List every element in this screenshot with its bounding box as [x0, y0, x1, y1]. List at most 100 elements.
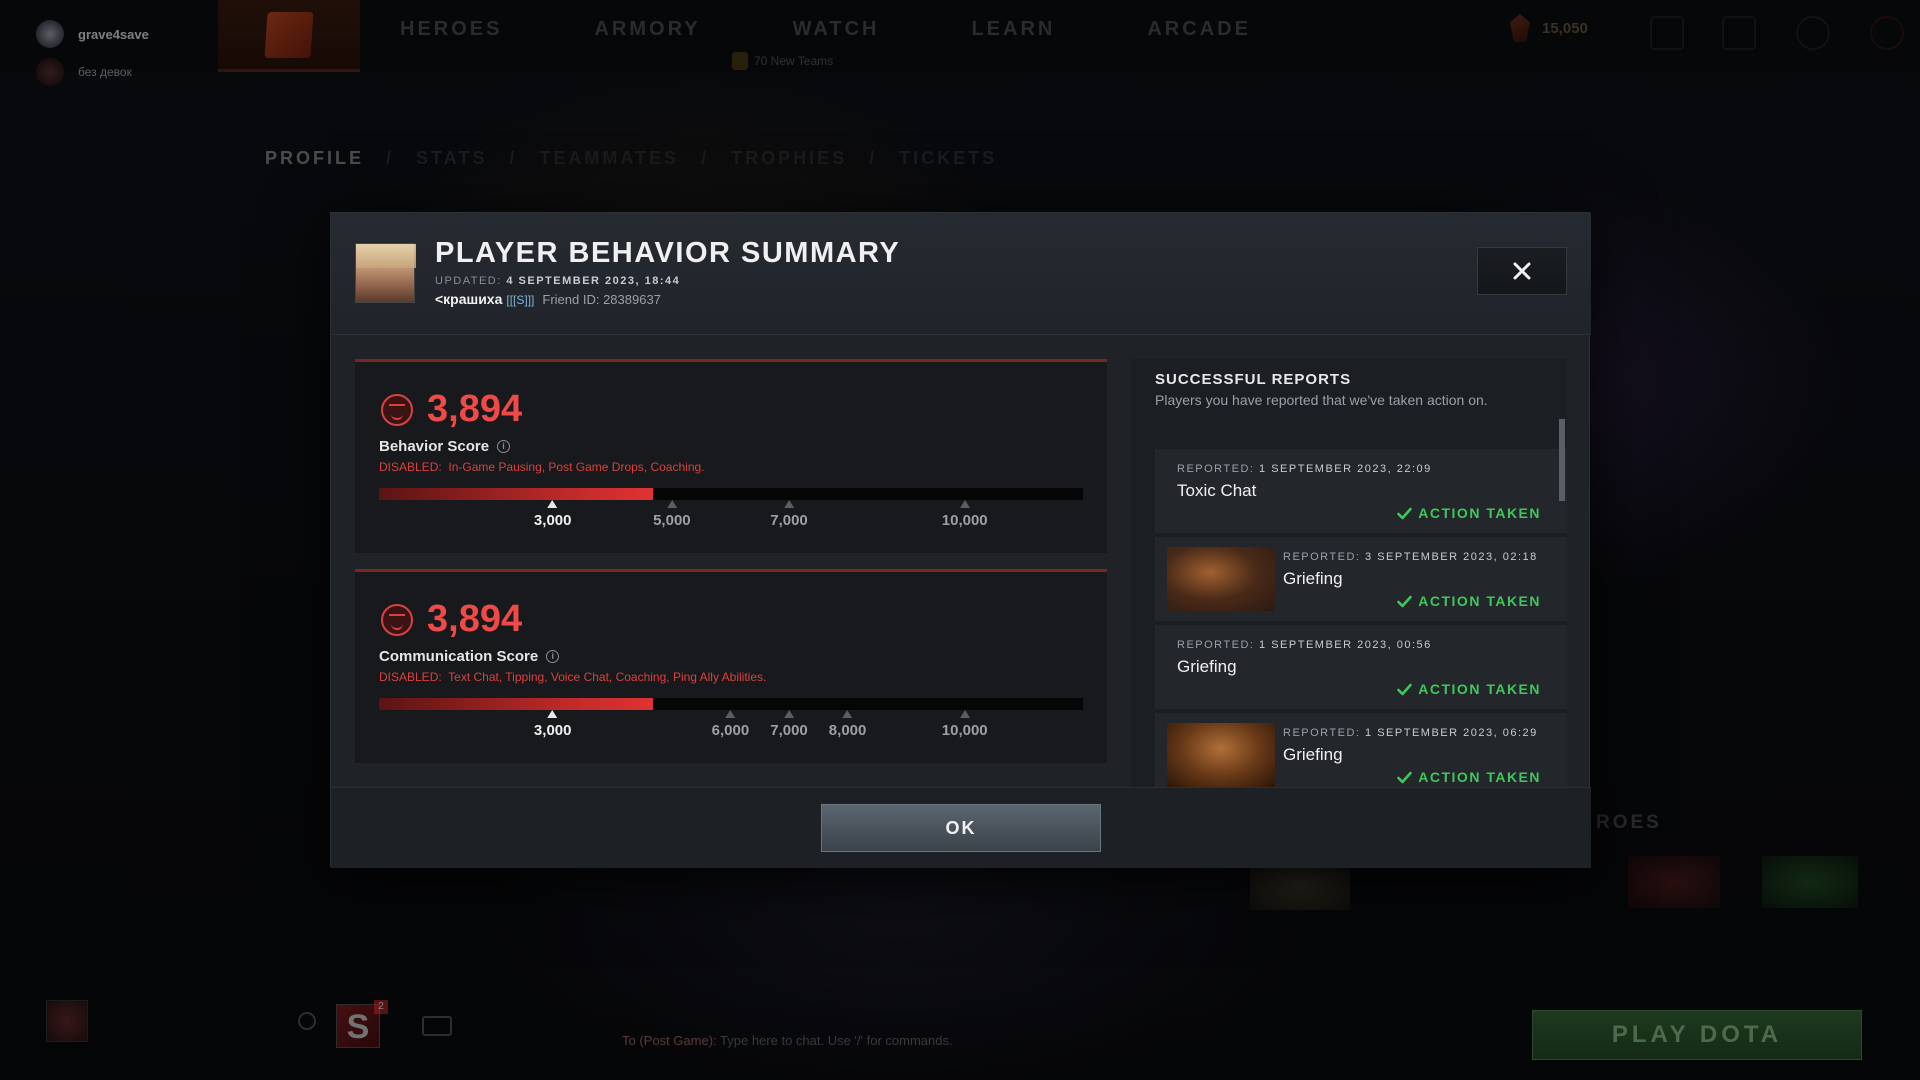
score-tick: 6,000: [711, 710, 750, 739]
reported-label: REPORTED:: [1177, 463, 1255, 475]
report-item[interactable]: REPORTED: 1 SEPTEMBER 2023, 22:09 Toxic C…: [1155, 449, 1567, 533]
player-identity: <крашиха [[[S]]] Friend ID: 28389637: [435, 291, 661, 307]
action-taken-status: ACTION TAKEN: [1397, 681, 1541, 697]
action-taken-status: ACTION TAKEN: [1397, 593, 1541, 609]
reported-date-value: 1 SEPTEMBER 2023, 22:09: [1259, 463, 1432, 475]
updated-label: UPDATED:: [435, 275, 502, 287]
behavior-score-bar-fill: [379, 488, 654, 500]
communication-score-label: Communication Score i: [379, 648, 560, 665]
behavior-score-value: 3,894: [427, 388, 523, 430]
communication-score-value: 3,894: [427, 598, 523, 640]
action-taken-status: ACTION TAKEN: [1397, 505, 1541, 521]
behavior-score-card: 3,894 Behavior Score i DISABLED: In-Game…: [355, 359, 1107, 553]
tick-marker-icon: [959, 710, 970, 718]
score-tick: 7,000: [770, 500, 808, 529]
tick-label: 7,000: [770, 512, 808, 529]
communication-score-bar-fill: [379, 698, 654, 710]
scores-pane: 3,894 Behavior Score i DISABLED: In-Game…: [355, 359, 1107, 779]
tick-label: 10,000: [941, 722, 988, 739]
tick-marker-icon: [547, 710, 558, 718]
reports-pane: SUCCESSFUL REPORTS Players you have repo…: [1131, 359, 1567, 799]
report-item[interactable]: REPORTED: 3 SEPTEMBER 2023, 02:18 Griefin…: [1155, 537, 1567, 621]
report-type: Toxic Chat: [1177, 481, 1257, 500]
dialog-header: PLAYER BEHAVIOR SUMMARY UPDATED: 4 SEPTE…: [331, 213, 1591, 335]
tick-marker-icon: [783, 500, 794, 508]
info-icon[interactable]: i: [497, 440, 511, 453]
score-tick: 10,000: [942, 710, 988, 739]
reported-label: REPORTED:: [1177, 639, 1255, 651]
tick-label: 8,000: [828, 722, 867, 739]
play-dota-button[interactable]: PLAY DOTA: [1532, 1010, 1862, 1060]
tick-label: 10,000: [941, 512, 988, 529]
behavior-score-label: Behavior Score i: [379, 438, 511, 455]
reports-scrollbar[interactable]: [1559, 419, 1565, 501]
hero-portrait: [1167, 547, 1275, 611]
behavior-summary-dialog: PLAYER BEHAVIOR SUMMARY UPDATED: 4 SEPTE…: [330, 212, 1591, 868]
behavior-disabled-features: DISABLED: In-Game Pausing, Post Game Dro…: [379, 460, 705, 474]
behavior-score-label-text: Behavior Score: [379, 438, 490, 455]
score-tick: 3,000: [533, 500, 572, 529]
chat-target-label: To (Post Game):: [622, 1033, 717, 1048]
report-type: Griefing: [1283, 569, 1343, 588]
report-item[interactable]: REPORTED: 1 SEPTEMBER 2023, 00:56 Griefin…: [1155, 625, 1567, 709]
hero-portrait: [1167, 723, 1275, 787]
checkmark-icon: [1397, 507, 1413, 519]
report-text: REPORTED: 1 SEPTEMBER 2023, 00:56 Griefin…: [1177, 639, 1432, 677]
tick-label: 5,000: [653, 512, 691, 529]
reported-label: REPORTED:: [1283, 551, 1361, 563]
report-item[interactable]: REPORTED: 1 SEPTEMBER 2023, 06:29 Griefin…: [1155, 713, 1567, 797]
action-taken-label: ACTION TAKEN: [1418, 681, 1541, 697]
reported-date-value: 1 SEPTEMBER 2023, 06:29: [1365, 727, 1538, 739]
report-date: REPORTED: 1 SEPTEMBER 2023, 06:29: [1283, 727, 1538, 739]
notification-bell-icon[interactable]: [298, 1012, 316, 1030]
angry-face-icon: [381, 604, 413, 636]
report-date: REPORTED: 1 SEPTEMBER 2023, 22:09: [1177, 463, 1432, 475]
report-type: Griefing: [1283, 745, 1343, 764]
score-tick: 7,000: [770, 710, 808, 739]
action-taken-label: ACTION TAKEN: [1418, 769, 1541, 785]
reports-list[interactable]: REPORTED: 1 SEPTEMBER 2023, 22:09 Toxic C…: [1155, 449, 1567, 801]
checkmark-icon: [1397, 771, 1413, 783]
friends-icon[interactable]: [422, 1016, 452, 1036]
tick-marker-icon: [547, 500, 558, 508]
score-tick: 5,000: [653, 500, 691, 529]
info-icon[interactable]: i: [546, 650, 560, 663]
communication-score-label-text: Communication Score: [379, 648, 539, 665]
tick-label: 3,000: [533, 512, 572, 529]
disabled-list: In-Game Pausing, Post Game Drops, Coachi…: [448, 460, 705, 474]
checkmark-icon: [1397, 683, 1413, 695]
chat-input[interactable]: To (Post Game): Type here to chat. Use '…: [622, 1033, 953, 1048]
tick-label: 3,000: [533, 722, 572, 739]
reports-title: SUCCESSFUL REPORTS: [1155, 371, 1352, 388]
updated-value: 4 SEPTEMBER 2023, 18:44: [506, 275, 681, 287]
close-button[interactable]: [1477, 247, 1567, 295]
report-type: Griefing: [1177, 657, 1237, 676]
friend-id: Friend ID: 28389637: [542, 292, 661, 307]
profile-avatar[interactable]: [46, 1000, 88, 1042]
tick-label: 7,000: [770, 722, 808, 739]
disabled-prefix: DISABLED:: [379, 670, 442, 684]
tick-marker-icon: [725, 710, 736, 718]
checkmark-icon: [1397, 595, 1413, 607]
reported-date-value: 3 SEPTEMBER 2023, 02:18: [1365, 551, 1538, 563]
reported-date-value: 1 SEPTEMBER 2023, 00:56: [1259, 639, 1432, 651]
report-text: REPORTED: 1 SEPTEMBER 2023, 06:29 Griefin…: [1283, 727, 1538, 765]
angry-face-icon: [381, 394, 413, 426]
tick-marker-icon: [842, 710, 853, 718]
report-date: REPORTED: 3 SEPTEMBER 2023, 02:18: [1283, 551, 1538, 563]
action-taken-status: ACTION TAKEN: [1397, 769, 1541, 785]
report-text: REPORTED: 3 SEPTEMBER 2023, 02:18 Griefin…: [1283, 551, 1538, 589]
communication-score-card: 3,894 Communication Score i DISABLED: Te…: [355, 569, 1107, 763]
clan-tag: [[[S]]]: [506, 293, 535, 307]
report-date: REPORTED: 1 SEPTEMBER 2023, 00:56: [1177, 639, 1432, 651]
tick-label: 6,000: [711, 722, 750, 739]
updated-timestamp: UPDATED: 4 SEPTEMBER 2023, 18:44: [435, 275, 680, 287]
dialog-title: PLAYER BEHAVIOR SUMMARY: [435, 237, 901, 269]
ok-button[interactable]: OK: [821, 804, 1101, 852]
disabled-list: Text Chat, Tipping, Voice Chat, Coaching…: [448, 670, 767, 684]
behavior-score-bar: [379, 488, 1083, 500]
chat-placeholder: Type here to chat. Use '/' for commands.: [720, 1033, 953, 1048]
reported-label: REPORTED:: [1283, 727, 1361, 739]
communication-disabled-features: DISABLED: Text Chat, Tipping, Voice Chat…: [379, 670, 766, 684]
disabled-prefix: DISABLED:: [379, 460, 442, 474]
